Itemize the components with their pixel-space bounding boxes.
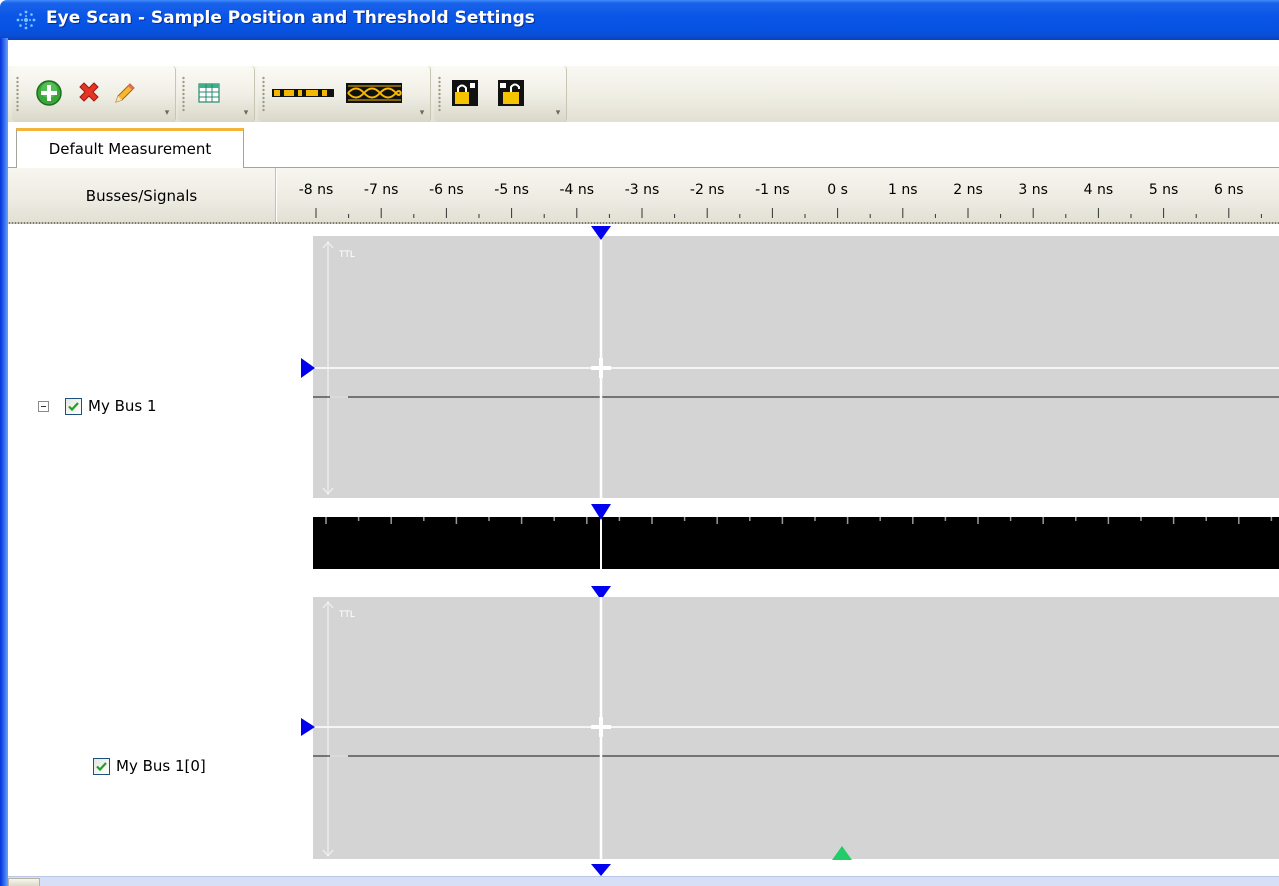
eye-scan-window: Eye Scan - Sample Position and Threshold… [0,0,1279,886]
signal-checkbox[interactable] [93,757,110,775]
threshold-label: TTL [339,610,355,620]
checkmark-icon [68,401,79,411]
threshold-marker-icon[interactable] [301,358,315,378]
time-ruler[interactable]: -8 ns -7 ns -6 ns -5 ns -4 ns -3 ns -2 ns -1 ns… [277,168,1279,224]
window-left-border [0,38,8,886]
horizontal-scrollbar[interactable] [8,876,1279,886]
ruler-tick-label: -3 ns [624,182,660,198]
toolbar-grip[interactable] [262,76,265,112]
eye-scan-plot[interactable] [8,224,1279,876]
eye-scan-plot-area[interactable]: TTL TTL My Bus 1 My Bus 1[0] [8,224,1279,876]
checkmark-icon [96,761,107,771]
ruler-tick-label: -8 ns [298,182,334,198]
toolbar-overflow-chevron-icon[interactable]: ▾ [240,108,252,118]
toolbar-overflow-chevron-icon[interactable]: ▾ [552,108,564,118]
ruler-tick-label: 0 s [827,182,848,198]
table-button[interactable] [192,76,226,110]
lock-closed-icon [452,80,478,106]
bus-waveform-button[interactable] [268,76,338,110]
signal-row-my-bus-1-0[interactable]: My Bus 1[0] [93,757,206,775]
eye-diagram-button[interactable] [344,76,404,110]
ruler-tick-label: 5 ns [1148,182,1179,198]
window-title: Eye Scan - Sample Position and Threshold… [46,8,535,28]
ruler-tick-label: -1 ns [755,182,790,198]
lock-button[interactable] [448,76,482,110]
signal-label: My Bus 1[0] [116,757,206,775]
delete-icon [79,82,99,102]
bus-checkbox[interactable] [65,397,82,415]
ruler-tick-label: 6 ns [1214,182,1244,198]
toolbar-grip[interactable] [16,76,19,112]
eye-diagram-icon [346,83,402,103]
lock-open-icon [498,80,524,106]
edit-pencil-icon [115,83,135,103]
toolbar-grip[interactable] [182,76,185,112]
toolbar-overflow-chevron-icon[interactable]: ▾ [416,108,428,118]
add-button[interactable] [32,76,66,110]
ruler-tick-label: 4 ns [1083,182,1114,198]
scrollbar-left-button[interactable] [8,878,40,886]
toolbar-group-view: ▾ [178,66,255,122]
unlock-button[interactable] [494,76,528,110]
edit-button[interactable] [108,76,142,110]
busses-signals-column-header[interactable]: Busses/Signals [8,168,276,224]
threshold-marker-icon[interactable] [301,718,315,736]
title-bar[interactable]: Eye Scan - Sample Position and Threshold… [0,0,1279,40]
ruler-tick-label: -5 ns [494,182,529,198]
ruler-tick-label: -7 ns [363,182,399,198]
ruler-tick-label: 2 ns [953,182,983,198]
toolbar-group-edit: ▾ [12,66,176,122]
toolbar-group-display: ▾ [258,66,431,122]
sample-position-bottom-marker-icon[interactable] [591,864,611,876]
collapse-icon[interactable] [38,400,49,412]
toolbar-grip[interactable] [438,76,441,112]
bus-row-my-bus-1[interactable]: My Bus 1 [38,397,157,415]
bus-data-bar [313,517,1279,569]
ruler-tick-label: -4 ns [559,182,595,198]
ruler-tick-label: -6 ns [429,182,464,198]
ruler-tick-label: -2 ns [689,182,725,198]
threshold-label: TTL [339,250,355,260]
ruler-tick-label: 1 ns [888,182,918,198]
bus-waveform-icon [272,89,334,97]
app-starburst-icon [16,10,36,30]
ruler-tick-label: 3 ns [1018,182,1048,198]
toolbar-group-lock: ▾ [434,66,567,122]
table-icon [198,83,220,103]
delete-button[interactable] [72,76,106,110]
tab-default-measurement[interactable]: Default Measurement [16,128,244,168]
add-icon [36,80,62,106]
bus-label: My Bus 1 [88,397,157,415]
toolbar-overflow-chevron-icon[interactable]: ▾ [161,108,173,118]
